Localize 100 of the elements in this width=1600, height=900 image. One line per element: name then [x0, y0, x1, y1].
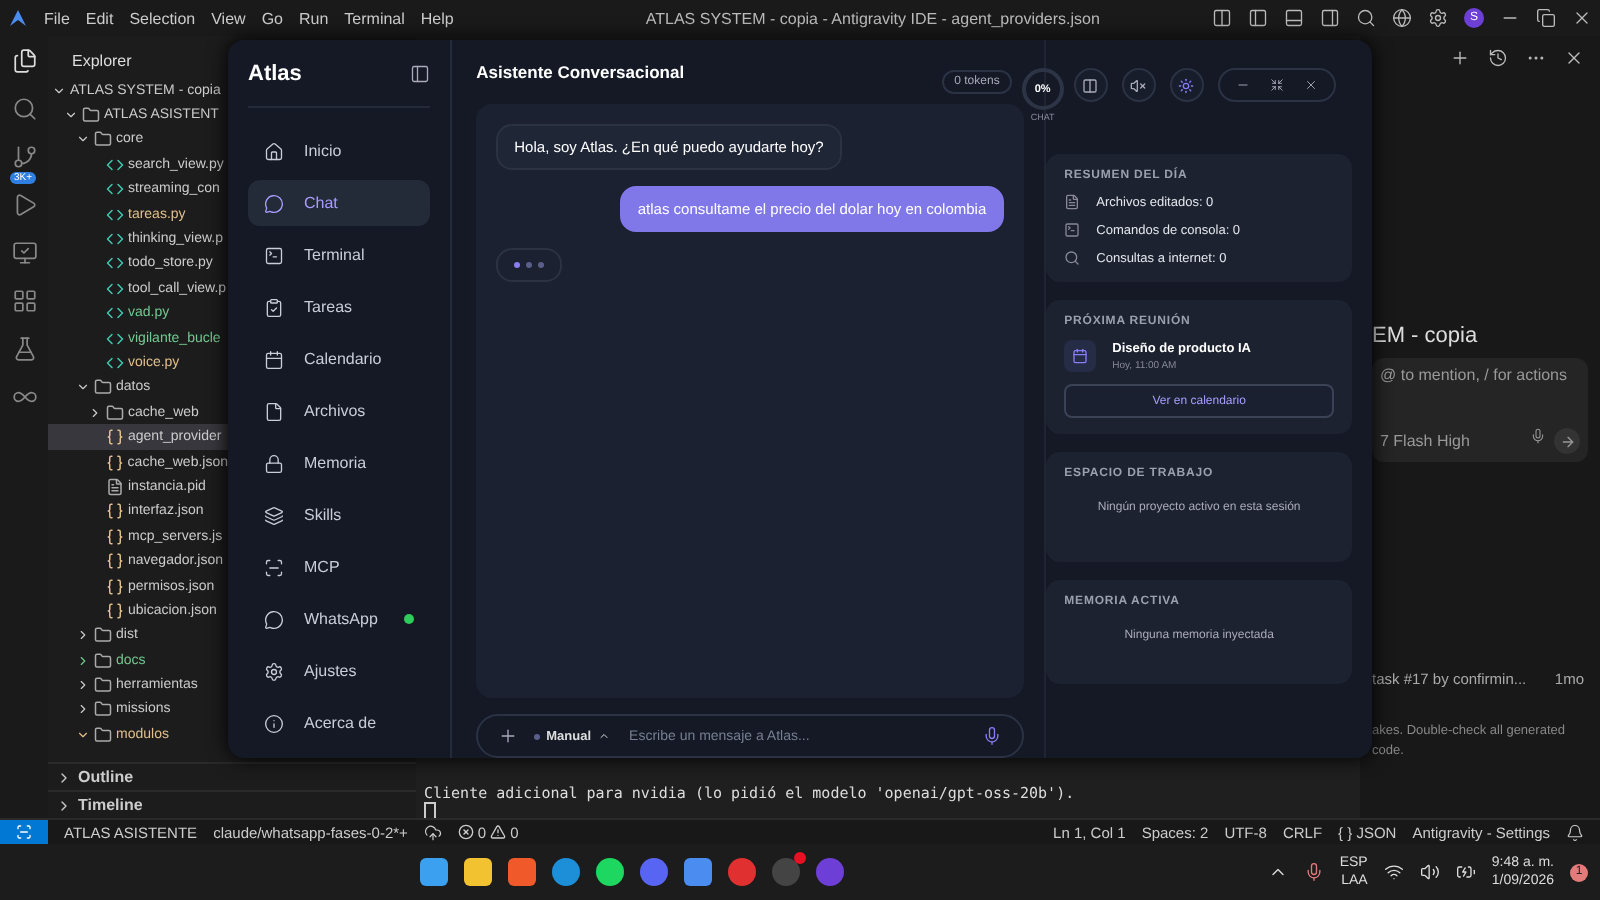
settings-icon[interactable]	[1428, 8, 1448, 28]
source-control-icon[interactable]	[11, 144, 37, 170]
close-icon[interactable]	[1564, 48, 1584, 68]
layout-button[interactable]	[1073, 68, 1108, 102]
circle-app-icon[interactable]	[551, 858, 580, 886]
caret-icon	[597, 730, 610, 743]
json-file-icon	[106, 552, 124, 571]
mic-icon[interactable]	[982, 726, 1003, 747]
globe-icon[interactable]	[1392, 8, 1412, 28]
battery-icon[interactable]	[1455, 862, 1476, 882]
nav-item[interactable]: Ajustes	[248, 648, 431, 694]
search-icon[interactable]	[1356, 8, 1376, 28]
clipboard-icon	[264, 297, 284, 317]
python-file-icon	[106, 155, 124, 174]
menu-item[interactable]: Go	[261, 9, 283, 27]
mute-icon	[1130, 77, 1147, 93]
close-icon[interactable]	[1303, 78, 1318, 92]
chat-bubble-icon	[264, 609, 284, 629]
sidebar-toggle-icon[interactable]	[410, 63, 431, 83]
lock-icon	[264, 453, 284, 473]
nav-item[interactable]: Tareas	[248, 284, 431, 330]
menu-item[interactable]: Run	[298, 9, 329, 27]
plus-icon[interactable]	[1450, 48, 1470, 68]
mic-icon[interactable]	[1530, 428, 1546, 444]
ring-app-icon[interactable]	[727, 858, 756, 886]
python-file-icon	[106, 353, 124, 372]
nav-item[interactable]: Terminal	[248, 232, 431, 278]
nav-item[interactable]: Chat	[248, 180, 431, 226]
sun-icon	[1178, 77, 1195, 93]
send-button[interactable]	[1554, 428, 1580, 454]
bell-icon[interactable]	[1566, 823, 1584, 841]
window-title: ATLAS SYSTEM - copia - Antigravity IDE - agent_providers.json	[643, 9, 1102, 27]
layout-icon[interactable]	[1212, 8, 1232, 28]
python-file-icon	[106, 254, 124, 273]
flask-icon[interactable]	[11, 336, 37, 362]
orb-app-icon[interactable]	[815, 858, 844, 886]
music-app-icon[interactable]	[595, 858, 624, 886]
panel-bottom-icon[interactable]	[1284, 8, 1304, 28]
nav-item[interactable]: Calendario	[248, 336, 431, 382]
remote-button[interactable]	[0, 820, 48, 844]
app-title: Atlas	[248, 61, 302, 85]
search-icon[interactable]	[11, 96, 37, 122]
nav-item[interactable]: MCP	[248, 544, 431, 590]
record-app-icon[interactable]	[771, 858, 800, 886]
menu-item[interactable]: Terminal	[344, 9, 405, 27]
columns-icon	[1082, 77, 1099, 93]
menu-item[interactable]: Selection	[129, 9, 196, 27]
history-icon[interactable]	[1488, 48, 1508, 68]
cloud-upload-icon[interactable]	[423, 823, 442, 841]
explorer-title: Explorer	[72, 52, 132, 72]
model-selector[interactable]: 7 Flash High	[1380, 432, 1470, 450]
nav-item[interactable]: Memoria	[248, 440, 431, 486]
file-icon	[106, 477, 124, 496]
page-title: Asistente Conversacional	[476, 62, 685, 83]
calendar-icon	[1064, 340, 1097, 372]
python-file-icon	[106, 304, 124, 323]
json-file-icon	[106, 527, 124, 546]
menu-item[interactable]: View	[211, 9, 246, 27]
json-file-icon	[106, 502, 124, 521]
close-icon[interactable]	[1572, 8, 1592, 28]
python-file-icon	[106, 230, 124, 249]
typing-indicator	[496, 248, 563, 283]
panel-left-icon[interactable]	[1248, 8, 1268, 28]
calendar-icon	[264, 349, 284, 369]
chevron-down-icon	[76, 380, 90, 395]
section-header[interactable]: Outline	[48, 762, 416, 790]
shrink-icon[interactable]	[1269, 78, 1284, 92]
files-icon[interactable]	[11, 48, 37, 74]
search-icon	[1064, 250, 1081, 266]
chat-app-icon[interactable]	[639, 858, 668, 886]
nav-item[interactable]: Archivos	[248, 388, 431, 434]
mic-icon[interactable]	[1303, 862, 1324, 882]
scan-icon	[264, 557, 284, 577]
restore-icon[interactable]	[1536, 8, 1556, 28]
python-file-icon	[106, 205, 124, 224]
info-icon	[264, 713, 284, 733]
mute-button[interactable]	[1121, 68, 1156, 102]
json-file-icon	[105, 453, 124, 472]
json-file-icon	[106, 577, 124, 595]
volume-icon[interactable]	[1419, 862, 1440, 882]
menu-item[interactable]: Help	[420, 9, 454, 27]
remote-icon[interactable]	[11, 240, 37, 266]
wifi-icon[interactable]	[1383, 862, 1404, 882]
alert-dot	[793, 852, 806, 864]
run-icon[interactable]	[11, 192, 37, 218]
menu-item[interactable]: Edit	[85, 9, 114, 27]
nav-item[interactable]: Inicio	[248, 128, 431, 174]
theme-button[interactable]	[1169, 68, 1204, 102]
nav-item[interactable]: Skills	[248, 492, 431, 538]
nav-item[interactable]: WhatsApp	[248, 596, 431, 642]
nav-item[interactable]: Acerca de	[248, 700, 431, 746]
panel-right-icon[interactable]	[1320, 8, 1340, 28]
minimize-icon[interactable]	[1235, 78, 1250, 92]
agent-input-field[interactable]: @ to mention, / for actions 7 Flash High	[1372, 358, 1588, 462]
menu-item[interactable]: File	[44, 9, 70, 27]
chevron-down-icon	[76, 727, 90, 742]
file-icon	[1064, 194, 1081, 210]
plus-icon[interactable]	[498, 726, 519, 747]
panel-heading: EM - copia	[1372, 324, 1480, 348]
extensions-icon[interactable]	[11, 288, 37, 314]
